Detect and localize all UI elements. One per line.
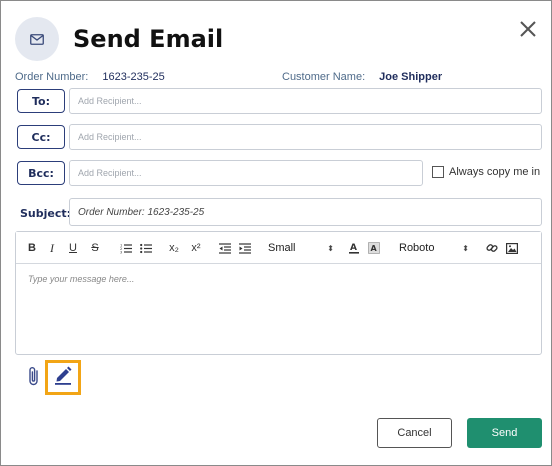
subject-input[interactable]: Order Number: 1623-235-25 <box>69 198 542 226</box>
select-arrows-icon: ⬍ <box>462 243 469 253</box>
subscript-button[interactable]: x₂ <box>166 240 182 256</box>
order-number: Order Number: 1623-235-25 <box>15 71 165 83</box>
font-family-value: Roboto <box>399 242 435 254</box>
paperclip-icon[interactable] <box>25 365 43 387</box>
svg-text:3: 3 <box>120 250 122 254</box>
bullet-list-icon[interactable] <box>140 240 152 256</box>
order-number-value: 1623-235-25 <box>102 71 165 83</box>
svg-text:A: A <box>350 243 357 253</box>
signature-button[interactable] <box>45 360 81 395</box>
ordered-list-icon[interactable]: 1 2 3 <box>120 240 132 256</box>
dialog-title: Send Email <box>73 25 224 53</box>
strikethrough-button[interactable]: S <box>89 240 101 256</box>
subject-value: Order Number: 1623-235-25 <box>78 206 205 218</box>
subject-label: Subject: <box>20 207 72 220</box>
bcc-button[interactable]: Bcc: <box>17 161 65 185</box>
underline-button[interactable]: U <box>67 240 79 256</box>
send-email-dialog: Send Email Order Number: 1623-235-25 Cust… <box>0 0 552 466</box>
close-icon[interactable] <box>517 18 539 40</box>
link-icon[interactable] <box>486 240 498 256</box>
image-icon[interactable] <box>506 240 518 256</box>
to-input[interactable] <box>69 88 542 114</box>
message-editor[interactable]: B I U S 1 2 3 x₂ x² Small ⬍ A A Roboto ⬍… <box>15 231 542 355</box>
background-color-icon[interactable]: A <box>368 240 380 256</box>
to-button[interactable]: To: <box>17 89 65 113</box>
customer-name-label: Customer Name: <box>282 71 366 83</box>
font-size-select[interactable]: Small ⬍ <box>268 240 334 256</box>
always-copy-label: Always copy me in <box>449 166 541 178</box>
outdent-icon[interactable] <box>219 240 231 256</box>
bold-button[interactable]: B <box>27 240 37 256</box>
cc-input[interactable] <box>69 124 542 150</box>
italic-button[interactable]: I <box>47 240 57 256</box>
svg-text:A: A <box>371 244 378 253</box>
envelope-icon <box>15 17 59 61</box>
font-size-value: Small <box>268 242 296 254</box>
superscript-button[interactable]: x² <box>188 240 204 256</box>
always-copy-checkbox[interactable] <box>432 166 444 178</box>
bcc-input[interactable] <box>69 160 423 186</box>
select-arrows-icon: ⬍ <box>327 243 334 253</box>
indent-icon[interactable] <box>239 240 251 256</box>
pen-icon <box>53 365 73 390</box>
text-color-icon[interactable]: A <box>348 240 360 256</box>
send-button[interactable]: Send <box>467 418 542 448</box>
order-number-label: Order Number: <box>15 71 89 83</box>
always-copy-option[interactable]: Always copy me in <box>432 166 540 178</box>
cc-button[interactable]: Cc: <box>17 125 65 149</box>
editor-toolbar: B I U S 1 2 3 x₂ x² Small ⬍ A A Roboto ⬍ <box>16 232 541 264</box>
message-body[interactable]: Type your message here... <box>28 274 134 284</box>
customer-name-value: Joe Shipper <box>379 71 443 83</box>
cancel-button[interactable]: Cancel <box>377 418 452 448</box>
customer-name: Customer Name: Joe Shipper <box>282 71 442 83</box>
font-family-select[interactable]: Roboto ⬍ <box>399 240 469 256</box>
